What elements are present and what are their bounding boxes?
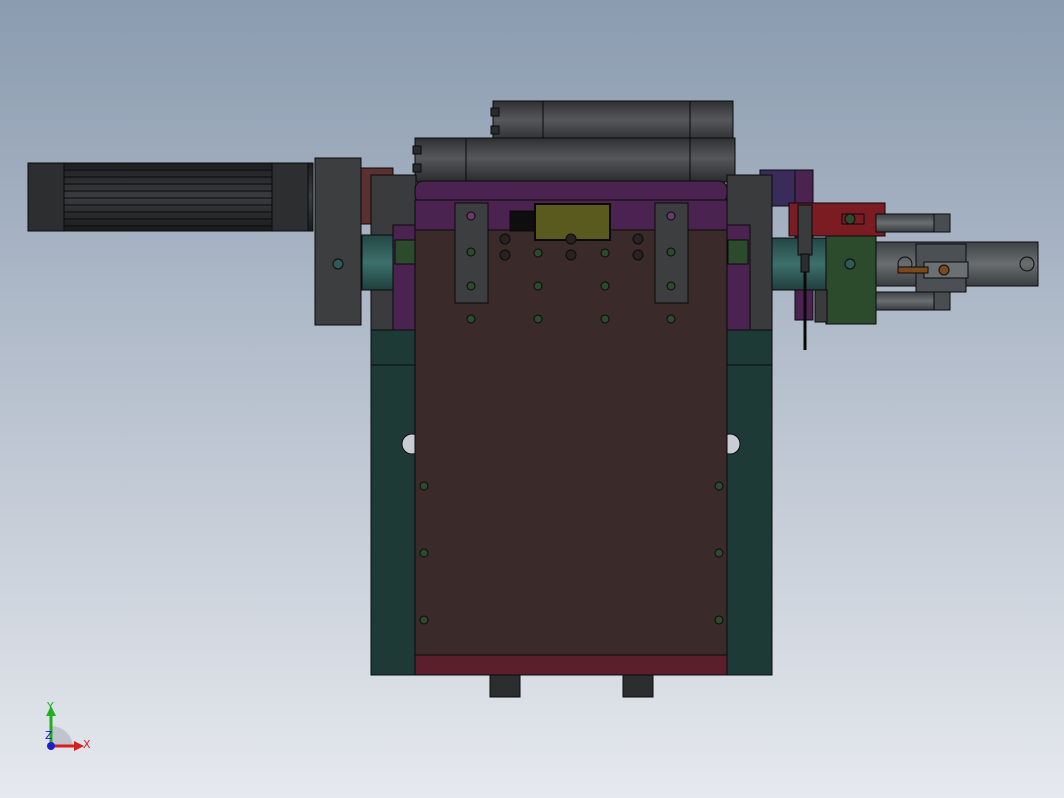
- left-side-block: [370, 329, 423, 676]
- right-vertical-bracket: [654, 202, 689, 304]
- left-pneumatic-cylinder[interactable]: [27, 162, 314, 232]
- right-upper-frame: [726, 174, 773, 331]
- right-small-cylinder[interactable]: [875, 241, 1039, 293]
- x-axis-label: X: [83, 738, 91, 751]
- cad-model-svg: Y X Z: [0, 0, 1064, 798]
- cad-viewport[interactable]: Y X Z: [0, 0, 1064, 798]
- y-axis-label: Y: [46, 700, 54, 713]
- top-rear-motor[interactable]: [490, 100, 734, 144]
- right-side-block: [719, 329, 773, 676]
- z-axis-label: Z: [45, 729, 53, 742]
- z-axis-dot: [47, 742, 55, 750]
- left-vertical-bracket: [454, 202, 489, 304]
- top-front-motor[interactable]: [412, 137, 736, 183]
